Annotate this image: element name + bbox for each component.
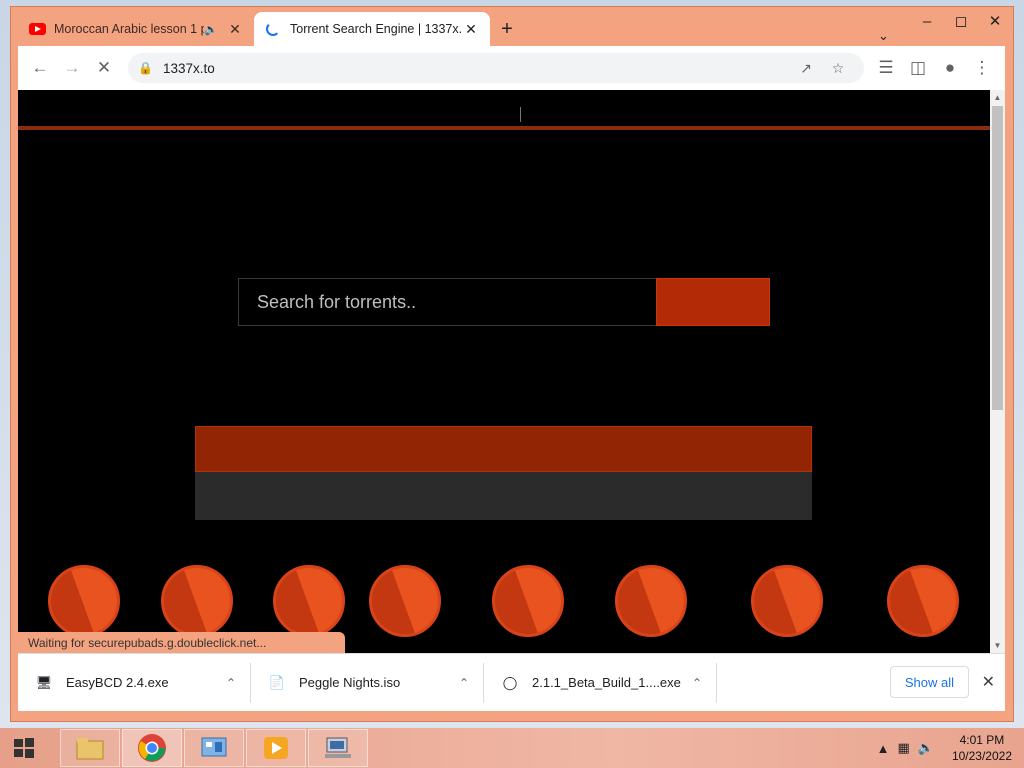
- media-player-icon[interactable]: [246, 729, 306, 767]
- stop-loading-button[interactable]: ✕: [88, 52, 120, 84]
- profile-avatar-icon[interactable]: ●: [934, 52, 966, 84]
- category-circle-icon[interactable]: [369, 565, 441, 637]
- download-bar: 🖥 EasyBCD 2.4.exe ⌃ 📄 Peggle Nights.iso …: [18, 653, 1005, 711]
- exe-icon: 🖥: [35, 674, 53, 690]
- volume-icon[interactable]: 🔈: [918, 740, 934, 756]
- loading-spinner-icon: [264, 22, 282, 36]
- bookmark-star-icon[interactable]: ☆: [822, 60, 854, 77]
- category-header-panel: [195, 426, 812, 472]
- status-bubble: Waiting for securepubads.g.doubleclick.n…: [18, 632, 345, 654]
- category-circle-icon[interactable]: [161, 565, 233, 637]
- menu-kebab-icon[interactable]: ⋮: [966, 52, 998, 84]
- lock-icon[interactable]: 🔒: [138, 61, 153, 75]
- category-circle-icon[interactable]: [273, 565, 345, 637]
- scroll-down-arrow-icon[interactable]: ▼: [990, 641, 1005, 650]
- close-tab-icon[interactable]: ✕: [462, 21, 480, 38]
- download-item[interactable]: 📄 Peggle Nights.iso ⌃: [251, 662, 484, 703]
- show-hidden-icons-chevron-icon[interactable]: ▲: [877, 741, 890, 756]
- clock-date: 10/23/2022: [951, 749, 1012, 763]
- tab-1337x[interactable]: Torrent Search Engine | 1337x.to ✕: [254, 12, 490, 46]
- page-scrollbar[interactable]: ▲ ▼: [990, 90, 1005, 653]
- download-item[interactable]: 🖥 EasyBCD 2.4.exe ⌃: [18, 662, 251, 703]
- category-circle-icon[interactable]: [492, 565, 564, 637]
- windows-logo-icon: [14, 738, 34, 758]
- installer-icon: ◯: [502, 674, 518, 690]
- tab-search-chevron-icon[interactable]: ⌄: [878, 28, 902, 44]
- download-filename: Peggle Nights.iso: [299, 675, 401, 690]
- browser-toolbar: ← → ✕ 🔒 1337x.to ↗ ☆ ☰ ◫ ● ⋮: [18, 46, 1005, 90]
- download-filename: EasyBCD 2.4.exe: [66, 675, 169, 690]
- new-tab-button[interactable]: +: [490, 12, 524, 46]
- category-circle-icon[interactable]: [887, 565, 959, 637]
- download-item[interactable]: ◯ 2.1.1_Beta_Build_1....exe ⌃: [484, 662, 717, 703]
- search-input[interactable]: Search for torrents..: [238, 278, 656, 326]
- category-circle-icon[interactable]: [48, 565, 120, 637]
- url-text[interactable]: 1337x.to: [163, 61, 790, 76]
- minimize-button[interactable]: –: [910, 9, 944, 33]
- network-icon[interactable]: ▦: [897, 740, 909, 756]
- close-download-bar-icon[interactable]: ✕: [982, 672, 995, 692]
- scrollbar-thumb[interactable]: [992, 106, 1003, 410]
- share-icon[interactable]: ↗: [790, 60, 822, 77]
- window-controls: – ◻ ✕: [910, 8, 1012, 34]
- category-circle-icon[interactable]: [615, 565, 687, 637]
- download-filename: 2.1.1_Beta_Build_1....exe: [532, 675, 681, 690]
- control-panel-icon[interactable]: [184, 729, 244, 767]
- file-explorer-icon[interactable]: [60, 729, 120, 767]
- chrome-icon[interactable]: [122, 729, 182, 767]
- scroll-up-arrow-icon[interactable]: ▲: [990, 93, 1005, 102]
- chevron-up-icon[interactable]: ⌃: [692, 676, 702, 690]
- windows-start-button[interactable]: [0, 728, 48, 768]
- category-body-panel: [195, 472, 812, 520]
- text-caret: [520, 107, 521, 122]
- system-tray: ▲ ▦ 🔈 4:01 PM 10/23/2022: [877, 728, 1012, 768]
- chevron-up-icon[interactable]: ⌃: [459, 676, 469, 690]
- close-window-button[interactable]: ✕: [978, 9, 1012, 33]
- forward-button[interactable]: →: [56, 52, 88, 84]
- windows-taskbar: ▲ ▦ 🔈 4:01 PM 10/23/2022: [0, 728, 1024, 768]
- chevron-up-icon[interactable]: ⌃: [226, 676, 236, 690]
- show-all-button[interactable]: Show all: [889, 666, 969, 698]
- system-clock[interactable]: 4:01 PM 10/23/2022: [952, 732, 1012, 764]
- close-tab-icon[interactable]: ✕: [226, 21, 244, 38]
- tab-title: Torrent Search Engine | 1337x.to: [290, 22, 462, 36]
- address-bar[interactable]: 🔒 1337x.to ↗ ☆: [128, 53, 864, 83]
- search-form: Search for torrents..: [238, 278, 770, 326]
- side-panel-icon[interactable]: ◫: [902, 52, 934, 84]
- category-circle-icon[interactable]: [751, 565, 823, 637]
- site-header-bar: [18, 90, 990, 130]
- tab-title: Moroccan Arabic lesson 1 pa: [54, 22, 205, 36]
- maximize-button[interactable]: ◻: [944, 9, 978, 33]
- tab-strip: Moroccan Arabic lesson 1 pa 🔈 ✕ Torrent …: [18, 12, 524, 46]
- page-viewport: Search for torrents..: [18, 90, 990, 653]
- back-button[interactable]: ←: [24, 52, 56, 84]
- network-computer-icon[interactable]: [308, 729, 368, 767]
- youtube-icon: [28, 22, 46, 36]
- iso-file-icon: 📄: [268, 674, 286, 690]
- search-button[interactable]: [656, 278, 770, 326]
- tab-youtube[interactable]: Moroccan Arabic lesson 1 pa 🔈 ✕: [18, 12, 254, 46]
- speaker-icon[interactable]: 🔈: [204, 23, 218, 36]
- clock-time: 4:01 PM: [959, 733, 1005, 747]
- media-control-icon[interactable]: ☰: [870, 52, 902, 84]
